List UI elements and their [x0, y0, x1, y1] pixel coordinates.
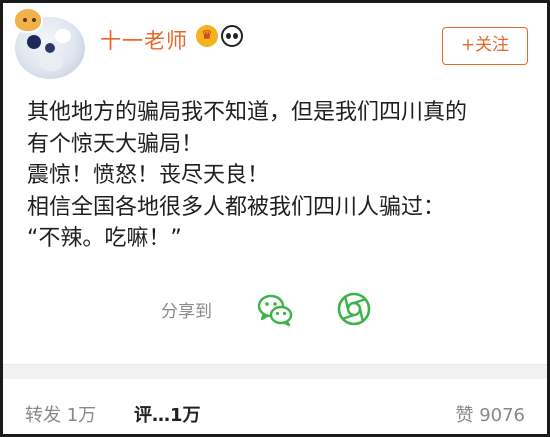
weibo-post-card: 十一老师 ♛ +关注 其他地方的骗局我不知道，但是我们四川真的 有个惊天大骗局！… — [0, 0, 550, 437]
post-line: 相信全国各地很多人都被我们四川人骗过： — [27, 194, 446, 220]
post-body: 其他地方的骗局我不知道，但是我们四川真的 有个惊天大骗局！ 震惊！愤怒！丧尽天良… — [27, 97, 537, 255]
crown-icon: ♛ — [196, 25, 218, 47]
repost-button[interactable]: 转发 1万 — [25, 401, 96, 427]
wechat-icon[interactable] — [255, 289, 295, 329]
like-button[interactable]: 赞 9076 — [455, 401, 525, 427]
post-line: 有个惊天大骗局！ — [27, 131, 204, 157]
divider-band — [3, 365, 547, 379]
post-line: “不辣。吃嘛！” — [27, 226, 182, 251]
username[interactable]: 十一老师 — [100, 25, 188, 55]
panda-icon — [221, 25, 243, 47]
follow-button[interactable]: +关注 — [442, 27, 528, 65]
cat-face-icon — [13, 7, 43, 33]
share-label: 分享到 — [161, 302, 212, 322]
avatar[interactable] — [11, 7, 91, 83]
post-line: 震惊！愤怒！丧尽天良！ — [27, 163, 270, 188]
moments-icon[interactable] — [336, 291, 372, 327]
post-line: 其他地方的骗局我不知道，但是我们四川真的 — [27, 100, 468, 125]
comment-button[interactable]: 评…1万 — [134, 401, 201, 427]
